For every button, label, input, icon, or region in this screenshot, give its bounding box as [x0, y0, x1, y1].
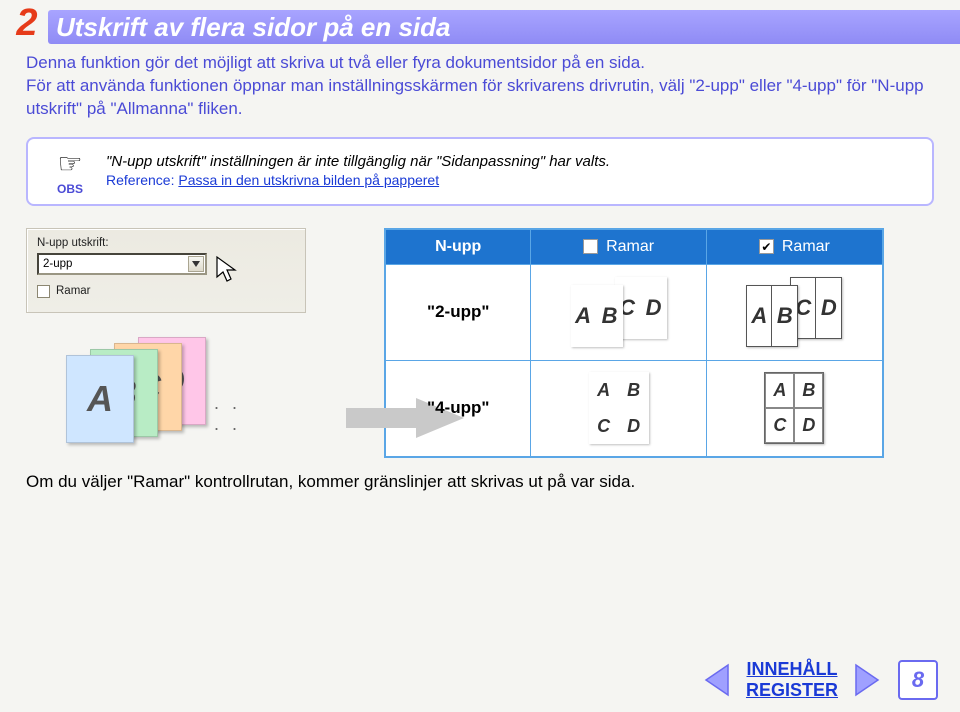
- obs-label: OBS: [42, 182, 98, 196]
- cursor-icon: [215, 255, 239, 283]
- section-number: 2: [0, 2, 48, 45]
- page-footer: INNEHÅLL REGISTER 8: [702, 659, 938, 702]
- page-number: 8: [898, 660, 938, 700]
- cell-2up-noborder: C D A B: [531, 265, 706, 360]
- ramar-checkbox[interactable]: [37, 285, 50, 298]
- th-ramar-label-2: Ramar: [782, 238, 830, 256]
- table-row: "2-upp" C D A B C D: [386, 264, 882, 360]
- reference-link[interactable]: Passa in den utskrivna bilden på pappere…: [178, 172, 439, 188]
- chevron-down-icon: [192, 261, 200, 267]
- doc-a: A: [66, 355, 134, 443]
- title-band: Utskrift av flera sidor på en sida: [48, 10, 960, 44]
- row-label-4up: "4-upp": [386, 361, 531, 456]
- reference-prefix: Reference:: [106, 172, 178, 188]
- table-header-row: N-upp Ramar Ramar: [386, 230, 882, 264]
- note-text: "N-upp utskrift" inställningen är inte t…: [98, 152, 918, 191]
- intro-text: Denna funktion gör det möjligt att skriv…: [0, 46, 960, 121]
- row-label-2up: "2-upp": [386, 265, 531, 360]
- th-ramar-checked: Ramar: [707, 230, 882, 264]
- table-row: "4-upp" A B C D A B C D: [386, 360, 882, 456]
- th-nupp: N-upp: [386, 230, 531, 264]
- checkbox-checked-icon: [759, 239, 774, 254]
- contents-link[interactable]: INNEHÅLL: [746, 659, 838, 681]
- nav-links: INNEHÅLL REGISTER: [746, 659, 838, 702]
- note-box: ☞ OBS "N-upp utskrift" inställningen är …: [26, 137, 934, 206]
- cell-4up-noborder: A B C D: [531, 361, 706, 456]
- bottom-caption: Om du väljer "Ramar" kontrollrutan, komm…: [0, 458, 960, 492]
- ramar-checkbox-label: Ramar: [56, 285, 91, 297]
- ramar-checkbox-row[interactable]: Ramar: [37, 285, 295, 298]
- nup-table: N-upp Ramar Ramar "2-upp" C D A: [384, 228, 884, 458]
- dialog-field-label: N-upp utskrift:: [37, 237, 295, 249]
- driver-dialog-mock: N-upp utskrift: 2-upp Ramar: [26, 228, 306, 313]
- ellipsis-icon: . . . .: [214, 393, 246, 435]
- prev-page-button[interactable]: [702, 663, 730, 697]
- main-row: N-upp utskrift: 2-upp Ramar D C B A . . …: [0, 228, 960, 458]
- nup-select-value: 2-upp: [43, 258, 72, 270]
- page-title: Utskrift av flera sidor på en sida: [56, 12, 450, 43]
- pointing-hand-icon: ☞: [42, 147, 98, 180]
- th-ramar-label-1: Ramar: [606, 238, 654, 256]
- section-header: 2 Utskrift av flera sidor på en sida: [0, 0, 960, 46]
- dropdown-button[interactable]: [188, 256, 204, 272]
- cell-2up-border: C D A B: [707, 265, 882, 360]
- register-link[interactable]: REGISTER: [746, 680, 838, 702]
- nup-select[interactable]: 2-upp: [37, 253, 207, 275]
- th-ramar-unchecked: Ramar: [531, 230, 706, 264]
- left-column: N-upp utskrift: 2-upp Ramar D C B A . . …: [26, 228, 366, 458]
- intro-line-1: Denna funktion gör det möjligt att skriv…: [26, 53, 645, 72]
- cell-4up-border: A B C D: [707, 361, 882, 456]
- note-body: "N-upp utskrift" inställningen är inte t…: [106, 153, 610, 170]
- note-icon-col: ☞ OBS: [42, 147, 98, 196]
- next-page-button[interactable]: [854, 663, 882, 697]
- checkbox-unchecked-icon: [583, 239, 598, 254]
- intro-line-2: För att använda funktionen öppnar man in…: [26, 76, 924, 118]
- document-cascade: D C B A . . . .: [66, 337, 246, 447]
